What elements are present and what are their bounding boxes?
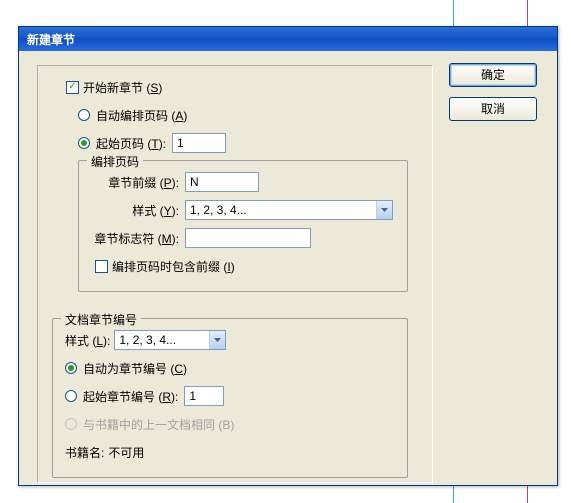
chapter-prefix-input[interactable] xyxy=(185,172,259,192)
dialog-body: 确定 取消 ✓ 开始新章节 (S) 自动编排页码 (A) xyxy=(19,51,557,485)
chevron-down-icon xyxy=(376,201,392,219)
start-page-input[interactable] xyxy=(172,133,226,153)
doc-chapter-legend: 文档章节编号 xyxy=(61,311,141,328)
options-panel: ✓ 开始新章节 (S) 自动编排页码 (A) 起始页码 (T): xyxy=(37,65,433,483)
doc-chapter-group: 文档章节编号 样式 (L): 1, 2, 3, 4... xyxy=(52,318,408,478)
start-page-number-label: 起始页码 (T): xyxy=(96,135,166,152)
auto-chapter-number-label: 自动为章节编号 (C) xyxy=(83,360,187,377)
same-as-book-label: 与书籍中的上一文档相同 (B) xyxy=(83,416,234,433)
start-chapter-number-radio[interactable] xyxy=(65,390,77,402)
start-chapter-input[interactable] xyxy=(184,386,224,406)
book-name-label: 书籍名: xyxy=(65,444,104,461)
start-new-chapter-checkbox[interactable]: ✓ xyxy=(66,81,79,94)
include-prefix-label: 编排页码时包含前缀 (I) xyxy=(112,258,235,275)
cancel-button[interactable]: 取消 xyxy=(449,97,537,121)
book-name-value: 不可用 xyxy=(108,444,144,461)
start-chapter-number-label: 起始章节编号 (R): xyxy=(83,388,178,405)
page-style-label: 样式 (Y): xyxy=(91,202,179,219)
ok-button[interactable]: 确定 xyxy=(449,63,537,87)
section-marker-input[interactable] xyxy=(185,228,311,248)
auto-page-number-radio[interactable] xyxy=(78,109,90,121)
new-chapter-dialog: 新建章节 确定 取消 ✓ 开始新章节 (S) 自动编排页码 (A) xyxy=(18,26,558,486)
start-page-number-radio[interactable] xyxy=(78,137,90,149)
page-numbering-group: 编排页码 章节前缀 (P): 样式 (Y): 1, 2, 3, 4... xyxy=(78,160,408,292)
doc-style-dropdown[interactable]: 1, 2, 3, 4... xyxy=(114,330,226,350)
include-prefix-checkbox[interactable] xyxy=(95,260,108,273)
page-style-value: 1, 2, 3, 4... xyxy=(190,203,247,217)
same-as-book-radio xyxy=(65,418,77,430)
page-style-dropdown[interactable]: 1, 2, 3, 4... xyxy=(185,200,393,220)
section-marker-label: 章节标志符 (M): xyxy=(91,230,179,247)
doc-style-label: 样式 (L): xyxy=(65,332,110,349)
chapter-prefix-label: 章节前缀 (P): xyxy=(91,174,179,191)
titlebar[interactable]: 新建章节 xyxy=(19,27,557,51)
chevron-down-icon xyxy=(209,331,225,349)
page-numbering-legend: 编排页码 xyxy=(87,153,143,170)
button-column: 确定 取消 xyxy=(449,63,537,131)
start-new-chapter-label: 开始新章节 (S) xyxy=(83,79,162,96)
doc-style-value: 1, 2, 3, 4... xyxy=(119,333,176,347)
auto-chapter-number-radio[interactable] xyxy=(65,362,77,374)
auto-page-number-label: 自动编排页码 (A) xyxy=(96,107,187,124)
dialog-title: 新建章节 xyxy=(27,31,75,48)
